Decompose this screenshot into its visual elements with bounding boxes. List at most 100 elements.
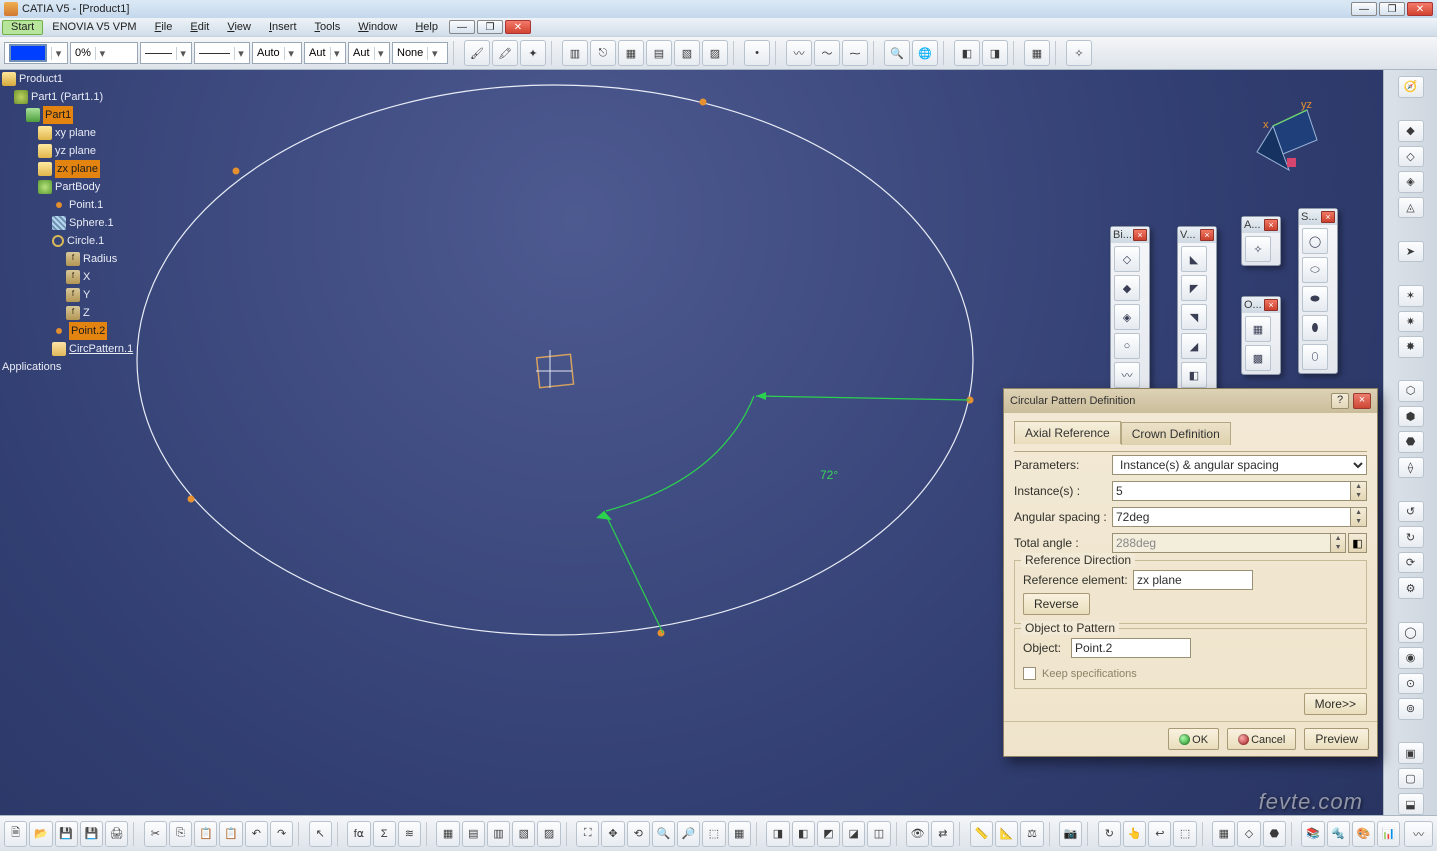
- save-all-icon[interactable]: 💾: [80, 821, 103, 847]
- tree-sphere1[interactable]: Sphere.1: [69, 214, 114, 232]
- tree-part-instance[interactable]: Part1 (Part1.1): [31, 88, 103, 106]
- pbtn[interactable]: ◇: [1114, 246, 1140, 272]
- parameters-select[interactable]: Instance(s) & angular spacing: [1112, 455, 1367, 475]
- rs-icon[interactable]: ◬: [1398, 197, 1424, 219]
- tab-crown-definition[interactable]: Crown Definition: [1121, 422, 1231, 445]
- pbtn[interactable]: ⬬: [1302, 286, 1328, 312]
- pbtn[interactable]: ○: [1114, 333, 1140, 359]
- normal-view-icon[interactable]: ⬚: [702, 821, 725, 847]
- pbtn[interactable]: ◧: [1181, 362, 1207, 388]
- rs-icon[interactable]: ◯: [1398, 622, 1424, 644]
- ds-logo-icon[interactable]: 〰: [1404, 821, 1433, 847]
- menu-help[interactable]: Help: [406, 18, 447, 36]
- law-icon[interactable]: ≋: [398, 821, 421, 847]
- keep-specifications-checkbox[interactable]: Keep specifications: [1023, 667, 1358, 680]
- tree-partbody[interactable]: PartBody: [55, 178, 100, 196]
- instances-input[interactable]: [1112, 481, 1350, 501]
- pbtn[interactable]: 〰: [1114, 362, 1140, 388]
- rs-icon[interactable]: ◈: [1398, 171, 1424, 193]
- arrow-icon[interactable]: ➤: [1398, 241, 1424, 263]
- dialog-close-button[interactable]: ×: [1353, 393, 1371, 409]
- tree-product[interactable]: Product1: [19, 70, 63, 88]
- rs-icon[interactable]: ✸: [1398, 336, 1424, 358]
- snap-icon[interactable]: ◇: [1237, 821, 1260, 847]
- palette-close-icon[interactable]: ×: [1264, 219, 1278, 231]
- reverse-button[interactable]: Reverse: [1023, 593, 1090, 615]
- dot-icon[interactable]: •: [744, 40, 770, 66]
- pbtn[interactable]: ◥: [1181, 304, 1207, 330]
- angular-spacing-spinner[interactable]: ▲▼: [1350, 507, 1367, 527]
- pbtn[interactable]: ▩: [1245, 345, 1271, 371]
- zoom-area-icon[interactable]: ⬚: [1173, 821, 1196, 847]
- turn-icon[interactable]: ↩: [1148, 821, 1171, 847]
- zoom-in-icon[interactable]: 🔍: [652, 821, 675, 847]
- dialog-titlebar[interactable]: Circular Pattern Definition ? ×: [1004, 389, 1377, 413]
- fit-all-icon[interactable]: ⛶: [576, 821, 599, 847]
- cube-icon[interactable]: ◧: [954, 40, 980, 66]
- paste-special-icon[interactable]: 📋: [219, 821, 242, 847]
- table-icon[interactable]: ▦: [1024, 40, 1050, 66]
- pbtn[interactable]: ⬯: [1302, 344, 1328, 370]
- pbtn[interactable]: ◆: [1114, 275, 1140, 301]
- pbtn[interactable]: ◯: [1302, 228, 1328, 254]
- shading2-icon[interactable]: ◪: [842, 821, 865, 847]
- paint-icon[interactable]: 🖌: [464, 40, 490, 66]
- mdi-restore-button[interactable]: ❐: [477, 20, 503, 34]
- palette-a[interactable]: A...× ✧: [1241, 216, 1281, 266]
- bottom-icon[interactable]: ▨: [537, 821, 560, 847]
- rs-icon[interactable]: ↺: [1398, 501, 1424, 523]
- tree-radius[interactable]: Radius: [83, 250, 117, 268]
- rs-icon[interactable]: ✷: [1398, 311, 1424, 333]
- specification-tree[interactable]: Product1 Part1 (Part1.1) Part1 xy plane …: [2, 70, 262, 376]
- iso-icon[interactable]: ◨: [766, 821, 789, 847]
- grid2-icon[interactable]: ▤: [646, 40, 672, 66]
- globe-icon[interactable]: 🌐: [912, 40, 938, 66]
- percent-combo[interactable]: 0%▾: [70, 42, 138, 64]
- rs-icon[interactable]: ▣: [1398, 742, 1424, 764]
- rotate-icon[interactable]: ⟲: [627, 821, 650, 847]
- tree-circpattern[interactable]: CircPattern.1: [69, 340, 133, 358]
- catalog-icon[interactable]: 📚: [1301, 821, 1324, 847]
- grid3-icon[interactable]: ▧: [674, 40, 700, 66]
- look-icon[interactable]: 👆: [1123, 821, 1146, 847]
- palette-v[interactable]: V...× ◣ ◤ ◥ ◢ ◧: [1177, 226, 1217, 392]
- menu-window[interactable]: Window: [349, 18, 406, 36]
- pbtn[interactable]: ⬮: [1302, 315, 1328, 341]
- measure2-icon[interactable]: 📐: [995, 821, 1018, 847]
- compass-icon[interactable]: 🧭: [1398, 76, 1424, 98]
- rs-icon[interactable]: ▢: [1398, 768, 1424, 790]
- paste-icon[interactable]: 📋: [194, 821, 217, 847]
- preview-button[interactable]: Preview: [1304, 728, 1369, 750]
- tree-point1[interactable]: Point.1: [69, 196, 103, 214]
- redo-icon[interactable]: ↷: [270, 821, 293, 847]
- grid-icon[interactable]: ▦: [618, 40, 644, 66]
- bolt-icon[interactable]: 🔩: [1327, 821, 1350, 847]
- pan-icon[interactable]: ✥: [601, 821, 624, 847]
- link-icon[interactable]: ⎋: [590, 40, 616, 66]
- pbtn[interactable]: ◣: [1181, 246, 1207, 272]
- render-icon[interactable]: 🎨: [1352, 821, 1375, 847]
- search-icon[interactable]: 🔍: [884, 40, 910, 66]
- auto3-combo[interactable]: Aut▾: [348, 42, 390, 64]
- palette-close-icon[interactable]: ×: [1264, 299, 1278, 311]
- wand-icon[interactable]: ✧: [1066, 40, 1092, 66]
- dialog-help-button[interactable]: ?: [1331, 393, 1349, 409]
- tab-axial-reference[interactable]: Axial Reference: [1014, 421, 1121, 444]
- palette-close-icon[interactable]: ×: [1321, 211, 1335, 223]
- rs-icon[interactable]: ⬡: [1398, 380, 1424, 402]
- tree-applications[interactable]: Applications: [2, 358, 61, 376]
- measure-icon[interactable]: 📏: [970, 821, 993, 847]
- menu-start[interactable]: Start: [2, 20, 43, 35]
- palette-close-icon[interactable]: ×: [1200, 229, 1214, 241]
- curve3-icon[interactable]: ⁓: [842, 40, 868, 66]
- zoom-out-icon[interactable]: 🔎: [677, 821, 700, 847]
- rs-icon[interactable]: ⬓: [1398, 793, 1424, 815]
- rs-icon[interactable]: ⬣: [1398, 431, 1424, 453]
- mdi-close-button[interactable]: ✕: [505, 20, 531, 34]
- pbtn[interactable]: ◤: [1181, 275, 1207, 301]
- rs-icon[interactable]: ◆: [1398, 120, 1424, 142]
- tree-x[interactable]: X: [83, 268, 90, 286]
- ok-button[interactable]: OK: [1168, 728, 1219, 750]
- menu-enovia[interactable]: ENOVIA V5 VPM: [43, 18, 145, 36]
- new-icon[interactable]: 🗎: [4, 821, 27, 847]
